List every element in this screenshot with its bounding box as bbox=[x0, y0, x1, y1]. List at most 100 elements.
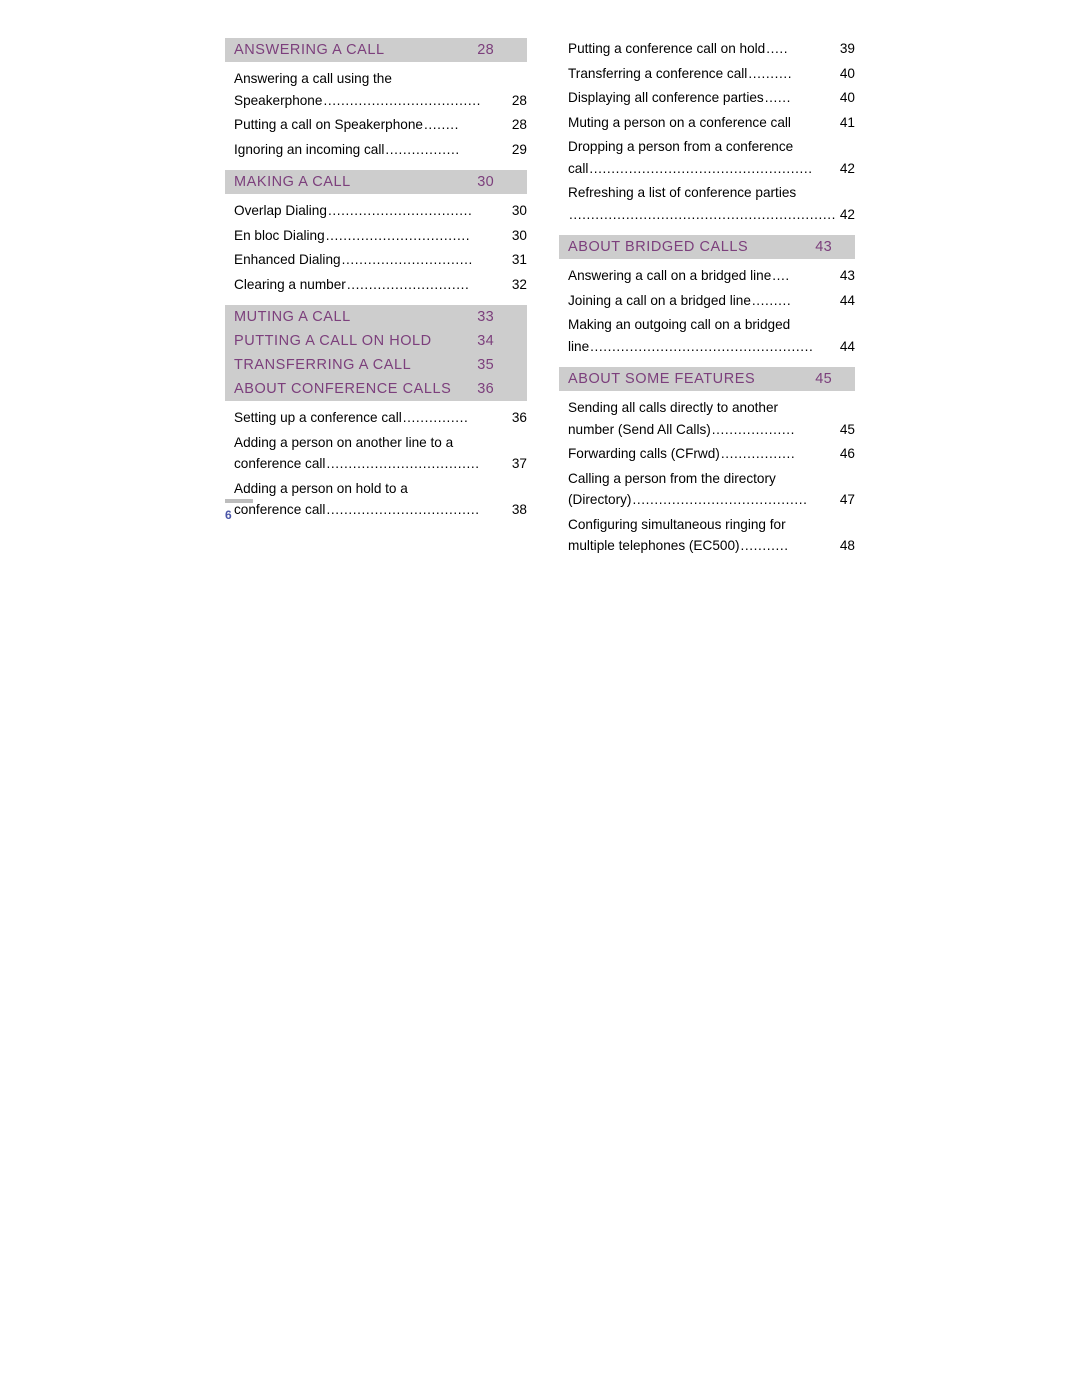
toc-entry[interactable]: Sending all calls directly to another num… bbox=[568, 397, 855, 440]
toc-entry-leader: ............................ bbox=[346, 276, 470, 292]
toc-entry-title: Calling a person from the directory bbox=[568, 470, 776, 486]
toc-entry[interactable]: Enhanced Dialing........................… bbox=[234, 249, 527, 271]
toc-section-title: ANSWERING A CALL bbox=[234, 42, 385, 58]
toc-entry-page-number: 42 bbox=[839, 160, 855, 176]
toc-entry-title-cont: Speakerphone bbox=[234, 92, 323, 108]
toc-entry-title: Configuring simultaneous ringing for bbox=[568, 516, 786, 532]
toc-entry-title: Putting a call on Speakerphone bbox=[234, 117, 423, 132]
toc-entry-leader: ........................................… bbox=[589, 160, 813, 176]
toc-entry-title: En bloc Dialing bbox=[234, 227, 325, 243]
toc-entry-page-number: 40 bbox=[839, 65, 855, 81]
toc-section-heading[interactable]: PUTTING A CALL ON HOLD 34 bbox=[225, 329, 527, 353]
toc-entry[interactable]: Adding a person on another line to a conf… bbox=[234, 432, 527, 475]
toc-section-heading[interactable]: ANSWERING A CALL 28 bbox=[225, 38, 527, 62]
toc-entry-page-number: 37 bbox=[511, 456, 527, 471]
toc-entry-title-cont: number (Send All Calls) bbox=[568, 421, 711, 437]
toc-entry-second-line: line....................................… bbox=[568, 336, 855, 358]
toc-entry[interactable]: Joining a call on a bridged line........… bbox=[568, 290, 855, 312]
toc-entry[interactable]: Calling a person from the directory (Dire… bbox=[568, 468, 855, 511]
toc-entry-title: Setting up a conference call bbox=[234, 410, 402, 425]
page-folio: 6 bbox=[225, 499, 253, 521]
toc-entry[interactable]: Putting a conference call on hold..... 39 bbox=[568, 38, 855, 60]
toc-entry[interactable]: Dropping a person from a conference call.… bbox=[568, 136, 855, 179]
toc-entry-page-number: 44 bbox=[839, 292, 855, 308]
toc-entry-leader: ................. bbox=[385, 141, 460, 157]
toc-entry[interactable]: Making an outgoing call on a bridged line… bbox=[568, 314, 855, 357]
toc-section-heading[interactable]: ABOUT SOME FEATURES 45 bbox=[559, 367, 855, 391]
toc-section-title: ABOUT SOME FEATURES bbox=[568, 371, 756, 387]
toc-entry-leader: .................................... bbox=[323, 92, 482, 108]
toc-entry-page-number: 47 bbox=[839, 492, 855, 507]
toc-entry-page-number: 40 bbox=[839, 90, 855, 105]
toc-entry-second-line: number (Send All Calls).................… bbox=[568, 419, 855, 441]
toc-entry-title: Putting a conference call on hold bbox=[568, 41, 766, 56]
toc-entry-leader: ................................... bbox=[326, 502, 480, 517]
toc-entry-page-number: 45 bbox=[839, 421, 855, 437]
toc-entry-title: Sending all calls directly to another bbox=[568, 400, 779, 415]
toc-section-page-number: 33 bbox=[477, 309, 494, 325]
toc-entry-title: Adding a person on hold to a bbox=[234, 480, 408, 496]
toc-section-title: MAKING A CALL bbox=[234, 174, 351, 190]
toc-entry[interactable]: Refreshing a list of conference parties.… bbox=[568, 182, 855, 225]
toc-entry[interactable]: Muting a person on a conference call 41 bbox=[568, 112, 855, 134]
toc-section-heading-group: ANSWERING A CALL 28 bbox=[225, 38, 527, 62]
toc-entry[interactable]: Answering a call on a bridged line.... 43 bbox=[568, 265, 855, 287]
toc-section-title: ABOUT BRIDGED CALLS bbox=[568, 239, 749, 255]
toc-section-page-number: 28 bbox=[477, 42, 494, 58]
toc-entry-page-number: 43 bbox=[839, 268, 855, 283]
toc-section-page-number: 30 bbox=[477, 174, 494, 190]
toc-entry-list: Overlap Dialing.........................… bbox=[225, 200, 527, 295]
toc-entry-leader: ........ bbox=[423, 117, 459, 132]
toc-entry-leader: ................................... bbox=[326, 456, 480, 471]
toc-entry[interactable]: Answering a call using the Speakerphone..… bbox=[234, 68, 527, 111]
toc-entry-leader: .... bbox=[772, 268, 790, 283]
toc-right-column: Putting a conference call on hold..... 39… bbox=[559, 38, 855, 567]
toc-entry[interactable]: Putting a call on Speakerphone........ 28 bbox=[234, 114, 527, 136]
toc-section-title: TRANSFERRING A CALL bbox=[234, 357, 412, 373]
toc-entry-page-number: 41 bbox=[839, 114, 855, 130]
toc-section-heading[interactable]: TRANSFERRING A CALL 35 bbox=[225, 353, 527, 377]
toc-entry[interactable]: Displaying all conference parties...... 4… bbox=[568, 87, 855, 109]
toc-entry-leader: ........... bbox=[740, 538, 789, 553]
toc-section-page-number: 45 bbox=[815, 371, 832, 387]
toc-entry-title: Adding a person on another line to a bbox=[234, 434, 454, 450]
folio-number: 6 bbox=[225, 508, 232, 522]
toc-entry-title-cont: multiple telephones (EC500) bbox=[568, 538, 740, 553]
toc-section-heading[interactable]: ABOUT CONFERENCE CALLS 36 bbox=[225, 377, 527, 401]
toc-entry-page-number: 28 bbox=[511, 117, 527, 132]
toc-entry[interactable]: Ignoring an incoming call...............… bbox=[234, 139, 527, 161]
toc-entry-leader: ...... bbox=[764, 90, 791, 105]
toc-entry[interactable]: Setting up a conference call............… bbox=[234, 407, 527, 429]
toc-entry[interactable]: Configuring simultaneous ringing for mult… bbox=[568, 514, 855, 557]
toc-entry-title: Answering a call on a bridged line bbox=[568, 268, 772, 283]
toc-entry-title-cont: call bbox=[568, 160, 589, 176]
toc-section-heading[interactable]: MUTING A CALL 33 bbox=[225, 305, 527, 329]
toc-entry-title-cont: conference call bbox=[234, 456, 326, 471]
toc-entry[interactable]: Forwarding calls (CFrwd)................… bbox=[568, 443, 855, 465]
toc-entry-page-number: 48 bbox=[839, 538, 855, 553]
toc-entry-second-line: conference call.........................… bbox=[234, 453, 527, 475]
toc-entry[interactable]: Adding a person on hold to a conference c… bbox=[234, 478, 527, 521]
toc-section-heading[interactable]: ABOUT BRIDGED CALLS 43 bbox=[559, 235, 855, 259]
toc-entry[interactable]: En bloc Dialing.........................… bbox=[234, 225, 527, 247]
toc-entry-leader: ......... bbox=[751, 292, 792, 308]
toc-entry-title: Ignoring an incoming call bbox=[234, 141, 385, 157]
toc-entry-title: Overlap Dialing bbox=[234, 203, 327, 218]
toc-section-page-number: 35 bbox=[477, 357, 494, 373]
toc-entry-page-number: 39 bbox=[839, 41, 855, 56]
toc-entry[interactable]: Overlap Dialing.........................… bbox=[234, 200, 527, 222]
toc-entry[interactable]: Clearing a number.......................… bbox=[234, 274, 527, 296]
toc-entry-second-line: call....................................… bbox=[568, 158, 855, 180]
toc-entry-leader: ............... bbox=[402, 410, 469, 425]
toc-entry-page-number: 29 bbox=[511, 141, 527, 157]
toc-entry-title: Making an outgoing call on a bridged bbox=[568, 317, 791, 332]
toc-entry-leader: ........................................ bbox=[632, 492, 808, 507]
toc-entry-title-cont: line bbox=[568, 338, 590, 354]
toc-entry-page-number: 38 bbox=[511, 502, 527, 517]
toc-entry-page-number: 42 bbox=[839, 206, 855, 222]
toc-section-heading[interactable]: MAKING A CALL 30 bbox=[225, 170, 527, 194]
toc-section-page-number: 36 bbox=[477, 381, 494, 397]
toc-entry[interactable]: Transferring a conference call..........… bbox=[568, 63, 855, 85]
toc-section-page-number: 43 bbox=[815, 239, 832, 255]
toc-section-page-number: 34 bbox=[477, 333, 494, 349]
